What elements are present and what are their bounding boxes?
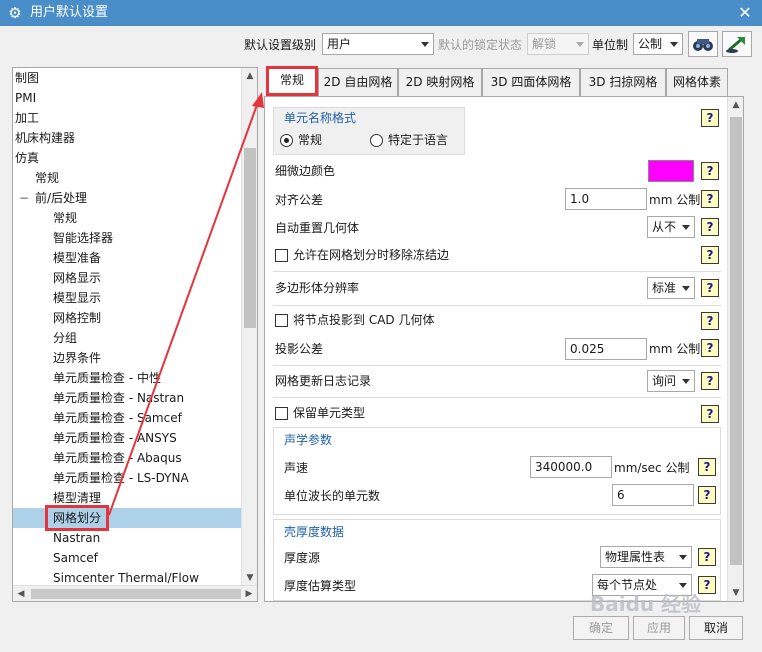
baidu-watermark: Baidu 经验 (590, 592, 702, 616)
annotation-arrow (108, 92, 264, 516)
